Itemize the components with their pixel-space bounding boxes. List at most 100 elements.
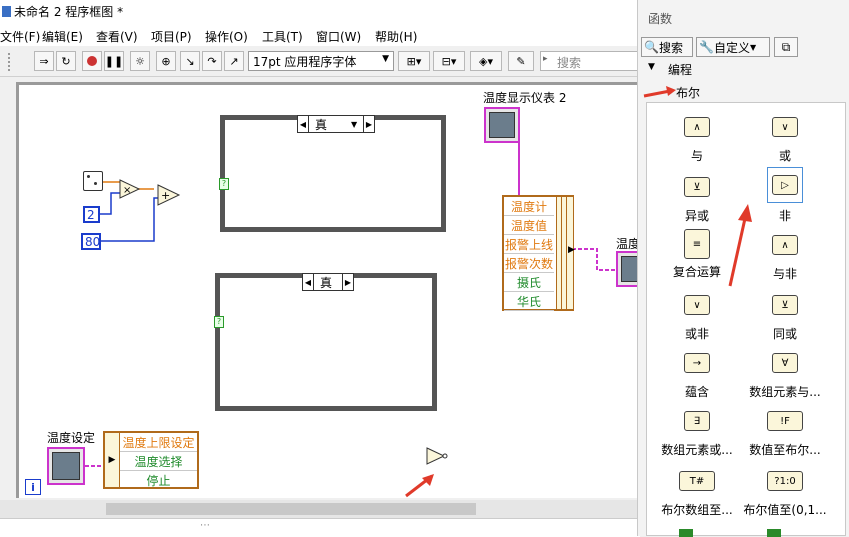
chevron-down-icon[interactable]: ▼ (351, 116, 363, 132)
unbundle-row-1[interactable]: 温度值 (504, 216, 554, 235)
step-out-icon: ↗ (229, 54, 239, 68)
decrement-arrow-icon[interactable]: ◀ (298, 116, 309, 132)
palette-search-button[interactable]: 🔍 搜索 (641, 37, 693, 57)
unbundle-row-3[interactable]: 报警次数 (504, 254, 554, 273)
menu-file[interactable]: 文件(F) (0, 28, 40, 45)
annotation-arrow-tree (643, 86, 676, 98)
not-function-icon[interactable] (426, 447, 448, 465)
unbundle-row-2[interactable]: 报警上线 (504, 235, 554, 254)
info-button[interactable]: i (25, 479, 41, 495)
settings-row-2[interactable]: 停止 (120, 471, 197, 490)
pause-button[interactable]: ❚❚ (104, 51, 124, 71)
align-icon: ⊞▾ (406, 54, 422, 68)
palette-item-or-array[interactable]: ∃ 数组元素或... (647, 411, 747, 458)
step-out-button[interactable]: ↗ (224, 51, 244, 71)
unbundle-by-name-node[interactable]: 温度计 温度值 报警上线 报警次数 摄氏 华氏 ▶ (502, 195, 575, 311)
probe-icon: ⊕ (161, 54, 171, 68)
toolbar: ⇒ ↻ ❚❚ ☼ ⊕ ↘ ↷ ↗ 17pt 应用程序字体 ▼ ⊞▾ ⊟▾ ◈▾ … (0, 46, 640, 77)
case-terminal-2[interactable]: ? (214, 316, 224, 328)
palette-item-num-to-bool[interactable]: !F 数值至布尔... (735, 411, 835, 458)
palette-pin-button[interactable]: ⧉ (774, 37, 798, 57)
increment-arrow-icon[interactable]: ▶ (363, 116, 374, 132)
xor-icon: ⊻ (684, 177, 710, 197)
tree-expand-icon[interactable]: ▼ (648, 62, 655, 72)
palette-item-label: 布尔值至(0,1... (743, 503, 827, 517)
settings-unbundle-node[interactable]: ▶ 温度上限设定 温度选择 停止 (103, 431, 199, 489)
abort-button[interactable] (82, 51, 102, 71)
tree-boolean[interactable]: 布尔 (676, 84, 700, 101)
case-terminal-1[interactable]: ? (219, 178, 229, 190)
app-icon (2, 6, 11, 17)
settings-row-1[interactable]: 温度选择 (120, 452, 197, 471)
annotation-arrow-bottom (405, 474, 434, 498)
font-select[interactable]: 17pt 应用程序字体 ▼ (248, 51, 394, 71)
and-icon: ∧ (684, 117, 710, 137)
case-selector-1[interactable]: ◀ 真 ▼ ▶ (297, 115, 375, 133)
palette-item-bool-array-to-num[interactable]: T# 布尔数组至... (647, 471, 747, 518)
palette-item-label: 或 (778, 149, 791, 163)
step-over-icon: ↷ (207, 54, 217, 68)
palette-item-label: 或非 (684, 327, 709, 341)
palette-customize-button[interactable]: 🔧 自定义 ▼ (696, 37, 770, 57)
palette-item-implies[interactable]: → 蕴含 (647, 353, 747, 400)
numeric-constant-2[interactable]: 2 (83, 206, 100, 223)
palette-item-label: 数值至布尔... (749, 443, 821, 457)
xnor-icon: ⊻ (772, 295, 798, 315)
highlight-button[interactable]: ☼ (130, 51, 150, 71)
chevron-down-icon: ▼ (749, 42, 757, 52)
settings-control-icon[interactable] (47, 447, 85, 485)
settings-row-0[interactable]: 温度上限设定 (120, 433, 197, 452)
number-to-boolean-icon: !F (767, 411, 803, 431)
palette-item-label: 蕴含 (684, 385, 709, 399)
increment-arrow-icon[interactable]: ▶ (342, 274, 353, 290)
magnifier-icon: 🔍 (644, 40, 659, 54)
case-structure-2[interactable]: ◀ 真 ▶ ? (214, 273, 437, 411)
menu-edit[interactable]: 编辑(E) (42, 28, 83, 45)
case-structure-1[interactable]: ◀ 真 ▼ ▶ ? (219, 115, 446, 232)
case-selector-2-value: 真 (320, 275, 333, 290)
cleanup-button[interactable]: ✎ (508, 51, 534, 71)
add-icon[interactable]: + (157, 184, 181, 206)
chevron-down-icon: ▼ (382, 54, 389, 64)
tree-programming[interactable]: 编程 (668, 61, 692, 78)
horizontal-scrollbar[interactable] (0, 500, 640, 518)
unbundle-row-5[interactable]: 华氏 (504, 292, 554, 311)
unbundle-row-4[interactable]: 摄氏 (504, 273, 554, 292)
block-diagram[interactable]: × + 2 80 ◀ 真 ▼ ▶ ? ◀ 真 ▶ ? 温度显示仪表 2 温度计 … (16, 82, 644, 498)
palette-item-and[interactable]: ∧ 与 (647, 117, 747, 164)
nor-icon: ∨ (684, 295, 710, 315)
menu-window[interactable]: 窗口(W) (316, 28, 361, 45)
palette-item-or[interactable]: ∨ 或 (735, 117, 835, 164)
menu-view[interactable]: 查看(V) (96, 28, 138, 45)
run-arrow-button[interactable]: ⇒ (34, 51, 54, 71)
multiply-icon[interactable]: × (119, 179, 141, 199)
unbundle-row-0[interactable]: 温度计 (504, 197, 554, 216)
scrollbar-thumb[interactable] (106, 503, 476, 515)
run-continuous-button[interactable]: ↻ (56, 51, 76, 71)
palette-item-and-array[interactable]: ∀ 数组元素与... (735, 353, 835, 400)
reorder-button[interactable]: ◈▾ (470, 51, 502, 71)
menu-help[interactable]: 帮助(H) (375, 28, 417, 45)
numeric-constant-80[interactable]: 80 (81, 233, 101, 250)
palette-item-nor[interactable]: ∨ 或非 (647, 295, 747, 342)
menu-project[interactable]: 项目(P) (151, 28, 192, 45)
align-button[interactable]: ⊞▾ (398, 51, 430, 71)
menu-operate[interactable]: 操作(O) (205, 28, 248, 45)
display-indicator-icon[interactable] (484, 107, 520, 143)
annotation-arrow-palette (728, 204, 752, 287)
status-bar: ⋯ (0, 518, 640, 537)
menu-tools[interactable]: 工具(T) (262, 28, 303, 45)
random-number-icon[interactable] (83, 171, 103, 191)
case-selector-2[interactable]: ◀ 真 ▶ (302, 273, 354, 291)
search-input[interactable]: ▸ 搜索 (540, 51, 640, 71)
decrement-arrow-icon[interactable]: ◀ (303, 274, 314, 290)
step-into-button[interactable]: ↘ (180, 51, 200, 71)
retain-wire-button[interactable]: ⊕ (156, 51, 176, 71)
step-into-icon: ↘ (185, 54, 195, 68)
or-icon: ∨ (772, 117, 798, 137)
palette-item-xnor[interactable]: ⊻ 同或 (735, 295, 835, 342)
distribute-button[interactable]: ⊟▾ (433, 51, 465, 71)
palette-item-bool-to-01[interactable]: ?1:0 布尔值至(0,1... (735, 471, 835, 518)
step-over-button[interactable]: ↷ (202, 51, 222, 71)
splitter-icon: ⋯ (200, 520, 210, 531)
